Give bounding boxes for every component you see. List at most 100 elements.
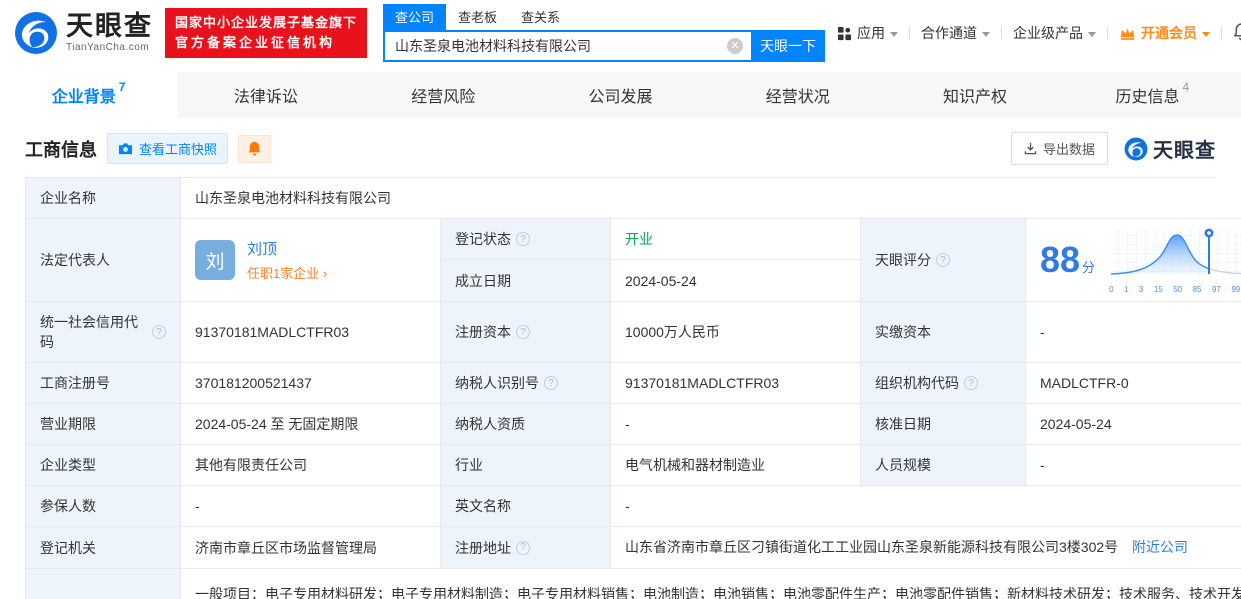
chevron-down-icon	[1088, 31, 1097, 37]
tab-label: 企业背景	[51, 89, 116, 106]
legal-rep-companies-link[interactable]: 任职1家企业 ›	[247, 263, 327, 282]
status-badge: 开业	[625, 231, 653, 247]
score-axis-ticks: 0131550859799100	[1109, 285, 1241, 294]
field-label-staff-size: 人员规模	[861, 445, 1026, 486]
export-data-button[interactable]: 导出数据	[1010, 132, 1108, 165]
search-button[interactable]: 天眼一下	[751, 30, 826, 62]
field-label-tianyan-score: 天眼评分 ?	[861, 219, 1026, 302]
apps-grid-icon	[837, 26, 852, 40]
field-value-english-name: -	[611, 486, 1241, 527]
field-label-registered-capital: 注册资本 ?	[441, 302, 611, 363]
certification-badge: 国家中小企业发展子基金旗下 官方备案企业征信机构	[165, 7, 368, 59]
field-label-industry: 行业	[441, 445, 611, 486]
field-label-taxpayer-id: 纳税人识别号 ?	[441, 363, 611, 404]
help-icon[interactable]: ?	[516, 325, 530, 339]
tab-operating-risk[interactable]: 经营风险	[355, 72, 532, 118]
monitor-bell-button[interactable]	[238, 134, 272, 163]
field-value-registered-capital: 10000万人民币	[611, 302, 861, 363]
field-value-business-scope: 一般项目：电子专用材料研发；电子专用材料制造；电子专用材料销售；电池制造；电池销…	[181, 569, 1241, 599]
help-icon[interactable]: ?	[936, 253, 950, 267]
status-subgrid: 登记状态 ? 开业 成立日期 2024-05-24	[441, 219, 861, 302]
tianyan-score-panel[interactable]: 88 分 0 1 3 15 50 85 97 99	[1026, 219, 1241, 302]
field-value-registration-authority: 济南市章丘区市场监督管理局	[181, 527, 441, 569]
tianyancha-watermark: 天眼查	[1124, 134, 1216, 163]
export-button-label: 导出数据	[1042, 142, 1095, 157]
business-info-header: 工商信息 查看工商快照 导出数据 天眼查	[25, 132, 1216, 165]
bell-icon	[248, 141, 261, 156]
field-label-paid-in-capital: 实缴资本	[861, 302, 1026, 363]
legal-rep-name-link[interactable]: 刘顶	[247, 238, 327, 259]
label-text: 纳税人识别号	[455, 375, 539, 391]
search-area: 查公司 查老板 查关系 ✕ 天眼一下	[383, 4, 826, 62]
label-text: 注册资本	[455, 324, 511, 340]
field-label-company-name: 企业名称	[26, 178, 181, 219]
search-tabs: 查公司 查老板 查关系	[383, 4, 825, 30]
tab-label: 知识产权	[943, 89, 1008, 106]
field-label-insured-count: 参保人数	[26, 486, 181, 527]
help-icon[interactable]: ?	[516, 232, 530, 246]
search-tab-company[interactable]: 查公司	[383, 4, 447, 30]
score-unit: 分	[1082, 260, 1096, 275]
menu-item-cooperation[interactable]: 合作通道	[921, 23, 991, 43]
tab-label: 历史信息	[1115, 89, 1180, 106]
tab-company-background[interactable]: 企业背景 7	[0, 72, 178, 118]
menu-enterprise-label: 企业级产品	[1013, 25, 1084, 41]
menu-item-apps[interactable]: 应用	[837, 23, 899, 43]
tab-operating-status[interactable]: 经营状况	[709, 72, 886, 118]
avatar[interactable]: 刘	[195, 240, 235, 280]
field-label-registration-authority: 登记机关	[26, 527, 181, 569]
help-icon[interactable]: ?	[964, 376, 978, 390]
field-value-org-code: MADLCTFR-0	[1026, 363, 1241, 404]
tab-history-info[interactable]: 历史信息 4	[1064, 72, 1241, 118]
label-text: 成立日期	[455, 272, 511, 289]
field-label-registration-number: 工商注册号	[26, 363, 181, 404]
label-text: 统一社会信用代码	[40, 314, 138, 350]
field-value-company-name: 山东圣泉电池材料科技有限公司	[181, 178, 1241, 219]
tab-label: 经营状况	[765, 89, 830, 106]
menu-vip-label: 开通会员	[1141, 25, 1198, 41]
tab-company-development[interactable]: 公司发展	[532, 72, 709, 118]
address-text: 山东省济南市章丘区刁镇街道化工工业园山东圣泉新能源科技有限公司3楼302号	[625, 539, 1119, 555]
menu-cooperation-label: 合作通道	[921, 25, 978, 41]
top-header: 天眼查 TianYanCha.com 国家中小企业发展子基金旗下 官方备案企业征…	[0, 0, 1241, 66]
field-label-business-scope: 经营范围 ?	[26, 569, 181, 599]
top-menu: 应用 合作通道 企业级产品 开通会员	[837, 22, 1241, 44]
field-label-approval-date: 核准日期	[861, 404, 1026, 445]
label-text: 天眼评分	[875, 252, 931, 268]
tianyancha-logo-icon	[1124, 137, 1148, 160]
search-input[interactable]	[383, 30, 752, 62]
badge-line2: 官方备案企业征信机构	[175, 35, 336, 50]
chevron-down-icon	[890, 31, 899, 37]
search-tab-boss[interactable]: 查老板	[446, 4, 509, 30]
divider	[1221, 26, 1223, 40]
notifications-button[interactable]	[1233, 22, 1241, 44]
field-value-approval-date: 2024-05-24	[1026, 404, 1241, 445]
help-icon[interactable]: ?	[516, 540, 530, 555]
view-snapshot-button[interactable]: 查看工商快照	[107, 133, 229, 164]
score-distribution-chart: 0131550859799100	[1109, 226, 1241, 294]
search-tab-relation[interactable]: 查关系	[509, 4, 572, 30]
help-icon[interactable]: ?	[544, 376, 558, 390]
nearby-companies-link[interactable]: 附近公司	[1132, 539, 1188, 555]
badge-line1: 国家中小企业发展子基金旗下	[175, 14, 358, 30]
chevron-down-icon	[982, 31, 991, 37]
menu-item-enterprise[interactable]: 企业级产品	[1013, 23, 1097, 43]
tianyancha-logo[interactable]: 天眼查 TianYanCha.com	[14, 11, 153, 55]
tab-label: 经营风险	[411, 89, 476, 106]
field-value-staff-size: -	[1026, 445, 1241, 486]
help-icon[interactable]: ?	[152, 325, 166, 339]
menu-item-vip[interactable]: 开通会员	[1119, 23, 1211, 43]
field-value-insured-count: -	[181, 486, 441, 527]
label-text: 组织机构代码	[875, 375, 959, 391]
clear-search-icon[interactable]: ✕	[727, 38, 744, 54]
tab-legal-lawsuit[interactable]: 法律诉讼	[177, 72, 354, 118]
field-value-registered-address: 山东省济南市章丘区刁镇街道化工工业园山东圣泉新能源科技有限公司3楼302号 附近…	[611, 527, 1241, 569]
label-text: 登记状态	[455, 231, 511, 247]
field-label-taxpayer-qualification: 纳税人资质	[441, 404, 611, 445]
tab-intellectual-property[interactable]: 知识产权	[886, 72, 1063, 118]
field-label-english-name: 英文名称	[441, 486, 611, 527]
divider	[1107, 26, 1109, 40]
company-nav-tabs: 企业背景 7 法律诉讼 经营风险 公司发展 经营状况 知识产权 历史信息 4	[0, 72, 1241, 118]
camera-icon	[119, 143, 132, 155]
field-value-paid-in-capital: -	[1026, 302, 1241, 363]
